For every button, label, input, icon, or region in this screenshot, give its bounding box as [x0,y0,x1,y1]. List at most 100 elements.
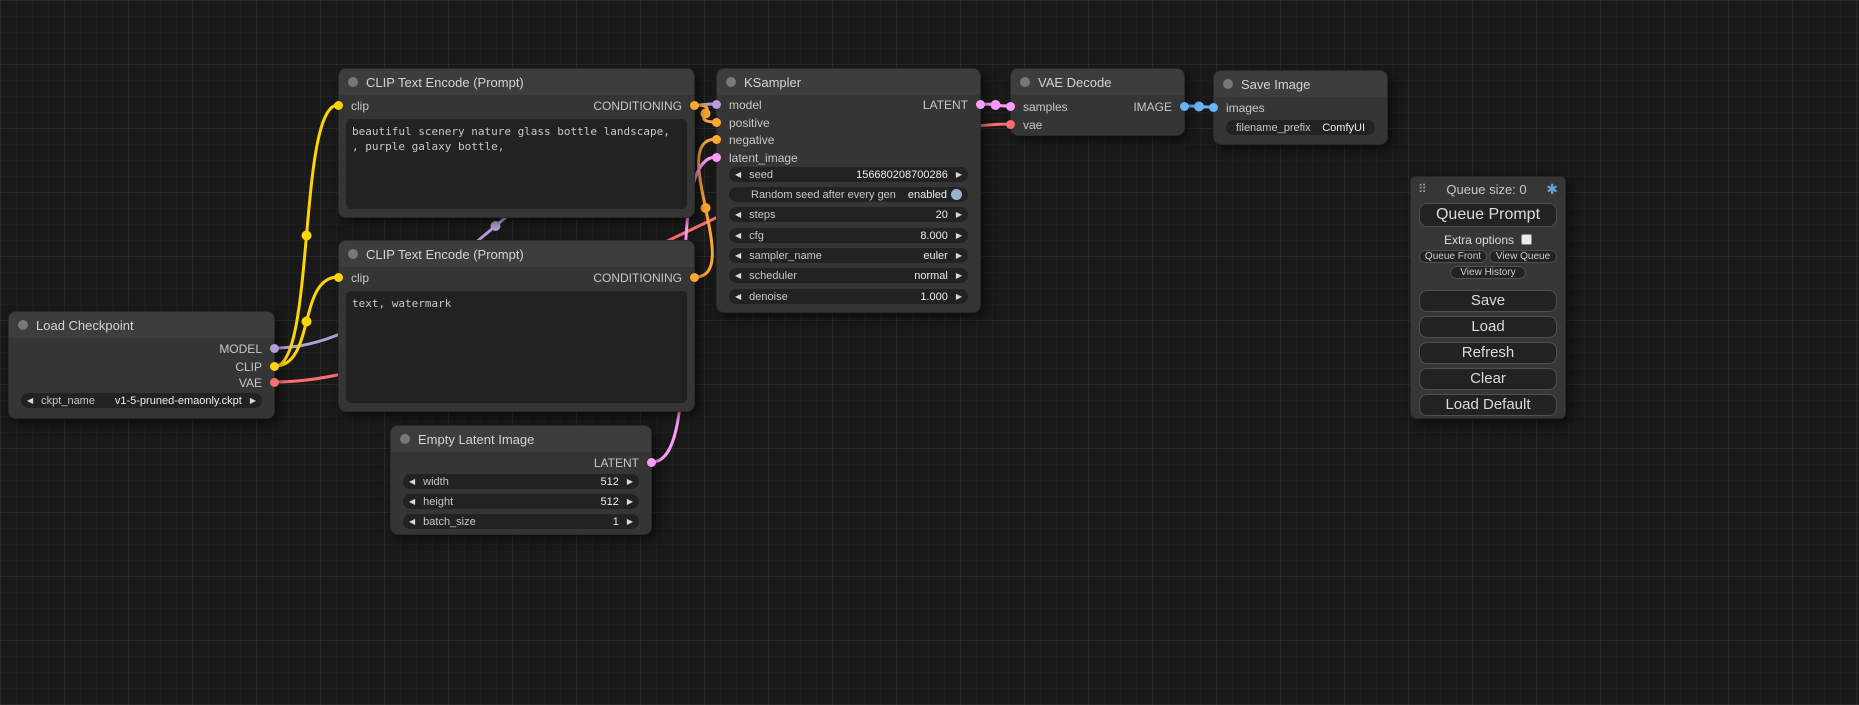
arrow-left-icon[interactable]: ◀ [27,393,33,408]
queue-prompt-button[interactable]: Queue Prompt [1419,203,1557,227]
node-title-bar[interactable]: Empty Latent Image [391,426,651,452]
arrow-left-icon[interactable]: ◀ [735,228,741,243]
collapse-dot-icon[interactable] [726,77,736,87]
arrow-right-icon[interactable]: ▶ [956,289,962,304]
node-clip-text-encode-negative[interactable]: CLIP Text Encode (Prompt) clip CONDITION… [338,240,695,412]
prompt-textarea[interactable]: beautiful scenery nature glass bottle la… [346,119,687,209]
widget-cfg[interactable]: ◀ cfg 8.000 ▶ [729,228,968,243]
node-empty-latent-image[interactable]: Empty Latent Image LATENT ◀ width 512 ▶ … [390,425,652,535]
input-port-latent-image[interactable] [712,153,721,162]
arrow-right-icon[interactable]: ▶ [956,248,962,263]
input-port-positive[interactable] [712,118,721,127]
drag-handle-icon[interactable]: ⠿ [1418,182,1427,196]
collapse-dot-icon[interactable] [18,320,28,330]
collapse-dot-icon[interactable] [348,249,358,259]
node-vae-decode[interactable]: VAE Decode samples vae IMAGE [1010,68,1185,136]
output-port-latent[interactable] [647,458,656,467]
widget-height[interactable]: ◀ height 512 ▶ [403,494,639,509]
input-label-images: images [1226,101,1265,115]
collapse-dot-icon[interactable] [1020,77,1030,87]
input-label-negative: negative [729,133,774,147]
node-load-checkpoint[interactable]: Load Checkpoint MODEL CLIP VAE ◀ ckpt_na… [8,311,275,419]
output-port-image[interactable] [1180,102,1189,111]
node-title-bar[interactable]: KSampler [717,69,980,95]
widget-sampler-name[interactable]: ◀ sampler_name euler ▶ [729,248,968,263]
widget-seed[interactable]: ◀ seed 156680208700286 ▶ [729,167,968,182]
view-history-button[interactable]: View History [1450,266,1526,279]
queue-front-button[interactable]: Queue Front [1419,250,1487,263]
widget-denoise[interactable]: ◀ denoise 1.000 ▶ [729,289,968,304]
refresh-button[interactable]: Refresh [1419,342,1557,364]
settings-gear-icon[interactable]: ✱ [1546,181,1558,198]
widget-value: 1 [613,516,619,528]
input-label-clip: clip [351,271,369,285]
arrow-left-icon[interactable]: ◀ [409,514,415,529]
widget-scheduler[interactable]: ◀ scheduler normal ▶ [729,268,968,283]
input-label-model: model [729,98,762,112]
input-port-vae[interactable] [1006,120,1015,129]
input-port-samples[interactable] [1006,102,1015,111]
arrow-right-icon[interactable]: ▶ [627,494,633,509]
widget-name: width [423,476,449,488]
output-label-latent: LATENT [594,456,639,470]
arrow-left-icon[interactable]: ◀ [409,494,415,509]
input-port-images[interactable] [1209,103,1218,112]
arrow-right-icon[interactable]: ▶ [956,167,962,182]
save-button[interactable]: Save [1419,290,1557,312]
widget-name: Random seed after every gen [751,189,896,201]
output-port-clip[interactable] [270,362,279,371]
wire-clip-negative-dot [302,317,312,327]
arrow-left-icon[interactable]: ◀ [735,268,741,283]
widget-batch-size[interactable]: ◀ batch_size 1 ▶ [403,514,639,529]
widget-filename-prefix[interactable]: filename_prefix ComfyUI [1226,120,1375,135]
prompt-textarea[interactable]: text, watermark [346,291,687,403]
wire-image-dot [1194,102,1204,112]
input-label-clip: clip [351,99,369,113]
input-port-model[interactable] [712,100,721,109]
arrow-right-icon[interactable]: ▶ [956,228,962,243]
node-title-bar[interactable]: VAE Decode [1011,69,1184,95]
clear-button[interactable]: Clear [1419,368,1557,390]
arrow-right-icon[interactable]: ▶ [956,207,962,222]
arrow-left-icon[interactable]: ◀ [735,289,741,304]
node-title-bar[interactable]: CLIP Text Encode (Prompt) [339,69,694,95]
arrow-right-icon[interactable]: ▶ [627,474,633,489]
widget-steps[interactable]: ◀ steps 20 ▶ [729,207,968,222]
arrow-right-icon[interactable]: ▶ [627,514,633,529]
output-port-conditioning[interactable] [690,273,699,282]
node-save-image[interactable]: Save Image images filename_prefix ComfyU… [1213,70,1388,145]
arrow-right-icon[interactable]: ▶ [956,268,962,283]
arrow-left-icon[interactable]: ◀ [735,248,741,263]
output-port-conditioning[interactable] [690,101,699,110]
arrow-left-icon[interactable]: ◀ [735,167,741,182]
load-button[interactable]: Load [1419,316,1557,338]
input-label-vae: vae [1023,118,1042,132]
node-title-bar[interactable]: CLIP Text Encode (Prompt) [339,241,694,267]
node-ksampler[interactable]: KSampler model positive negative latent_… [716,68,981,313]
view-queue-button[interactable]: View Queue [1489,250,1557,263]
widget-width[interactable]: ◀ width 512 ▶ [403,474,639,489]
input-port-negative[interactable] [712,135,721,144]
node-title-bar[interactable]: Save Image [1214,71,1387,97]
widget-random-seed-toggle[interactable]: Random seed after every gen enabled [729,187,968,202]
node-title-bar[interactable]: Load Checkpoint [9,312,274,338]
wire-clip-positive-dot [302,231,312,241]
arrow-left-icon[interactable]: ◀ [735,207,741,222]
widget-ckpt-name[interactable]: ◀ ckpt_name v1-5-pruned-emaonly.ckpt ▶ [21,393,262,408]
toggle-knob-icon[interactable] [951,189,962,200]
collapse-dot-icon[interactable] [348,77,358,87]
collapse-dot-icon[interactable] [400,434,410,444]
arrow-right-icon[interactable]: ▶ [250,393,256,408]
output-port-latent[interactable] [976,100,985,109]
extra-options-checkbox[interactable] [1521,234,1532,245]
collapse-dot-icon[interactable] [1223,79,1233,89]
output-port-model[interactable] [270,344,279,353]
output-port-vae[interactable] [270,378,279,387]
arrow-left-icon[interactable]: ◀ [409,474,415,489]
output-label-conditioning: CONDITIONING [593,271,682,285]
input-port-clip[interactable] [334,101,343,110]
node-title: Load Checkpoint [36,318,134,333]
input-port-clip[interactable] [334,273,343,282]
node-clip-text-encode-positive[interactable]: CLIP Text Encode (Prompt) clip CONDITION… [338,68,695,218]
load-default-button[interactable]: Load Default [1419,394,1557,416]
